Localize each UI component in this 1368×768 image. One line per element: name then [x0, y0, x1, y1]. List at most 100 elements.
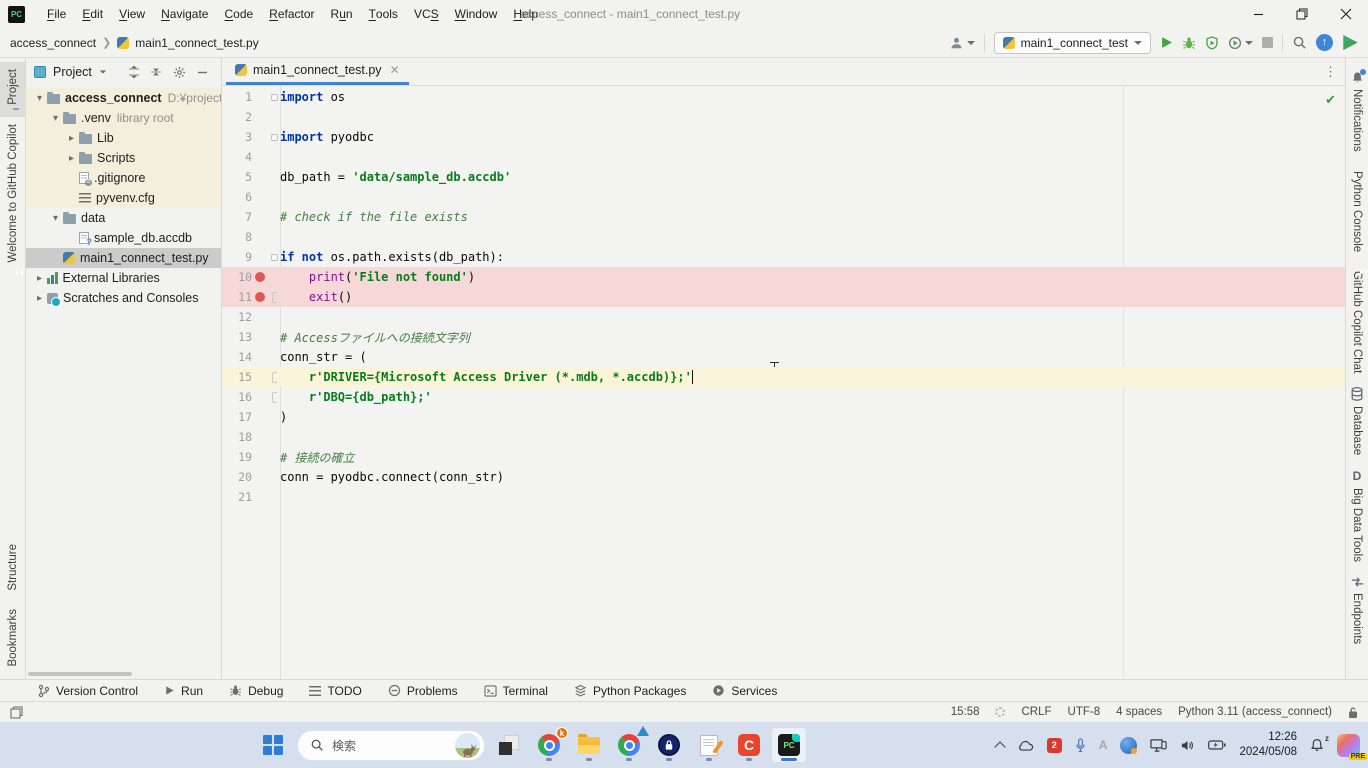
line-number[interactable]: 7: [222, 210, 252, 224]
tool-window-tab-bookmarks[interactable]: Bookmarks: [7, 602, 19, 679]
line-number[interactable]: 2: [222, 110, 252, 124]
fold-marker[interactable]: [268, 134, 280, 141]
onedrive-icon[interactable]: [1017, 740, 1034, 751]
toolwindow-button-debug[interactable]: Debug: [229, 684, 283, 698]
menu-file[interactable]: File: [39, 0, 74, 28]
breakpoint-icon[interactable]: [255, 272, 265, 282]
taskbar-app-explorer[interactable]: [572, 728, 606, 762]
line-number[interactable]: 3: [222, 130, 252, 144]
line-separator[interactable]: CRLF: [1021, 706, 1051, 718]
tree-item--venv[interactable]: ▾.venvlibrary root: [26, 108, 221, 128]
menu-code[interactable]: Code: [216, 0, 261, 28]
toolwindow-button-todo[interactable]: TODO: [309, 684, 361, 698]
tree-item-scratches-and-consoles[interactable]: ▸Scratches and Consoles: [26, 288, 221, 308]
fold-marker[interactable]: [268, 392, 280, 403]
tool-window-tab-github-copilot-chat[interactable]: GitHub Copilot Chat: [1351, 259, 1363, 380]
hide-panel-button[interactable]: [192, 67, 213, 78]
minimize-button[interactable]: [1236, 0, 1280, 28]
run-with-coverage-button[interactable]: [1205, 36, 1219, 50]
tool-window-tab-endpoints[interactable]: Endpoints: [1351, 569, 1364, 651]
expand-all-button[interactable]: [123, 66, 145, 78]
accessibility-tray-icon[interactable]: A: [1099, 738, 1108, 752]
tree-chevron-icon[interactable]: ▸: [64, 133, 79, 144]
line-number[interactable]: 11: [222, 290, 252, 304]
copilot-taskbar-icon[interactable]: PRE: [1337, 734, 1360, 757]
tab-close-icon[interactable]: ✕: [390, 63, 400, 77]
file-encoding[interactable]: UTF-8: [1068, 706, 1101, 718]
menu-navigate[interactable]: Navigate: [153, 0, 216, 28]
python-interpreter[interactable]: Python 3.11 (access_connect): [1178, 706, 1332, 718]
tree-item-external-libraries[interactable]: ▸External Libraries: [26, 268, 221, 288]
toolwindow-button-problems[interactable]: Problems: [388, 684, 458, 698]
line-number[interactable]: 21: [222, 490, 252, 504]
tab-options-icon[interactable]: ⋮: [1324, 64, 1337, 80]
code-line-13[interactable]: 13# Accessファイルへの接続文字列: [222, 327, 1345, 347]
tree-item-sample-db-accdb[interactable]: ?sample_db.accdb: [26, 228, 221, 248]
tray-app-badge-icon[interactable]: 2: [1047, 738, 1062, 753]
taskbar-app-camtasia[interactable]: C: [732, 728, 766, 762]
menu-view[interactable]: View: [111, 0, 153, 28]
taskbar-clock[interactable]: 12:26 2024/05/08: [1239, 730, 1297, 760]
tool-window-tab-notifications[interactable]: Notifications: [1351, 64, 1364, 159]
start-button[interactable]: [256, 728, 290, 762]
battery-icon[interactable]: [1208, 740, 1226, 750]
readonly-lock-icon[interactable]: [1348, 706, 1358, 719]
close-button[interactable]: [1324, 0, 1368, 28]
breakpoint-icon[interactable]: [255, 292, 265, 302]
search-highlight-image[interactable]: [455, 733, 480, 758]
line-number[interactable]: 16: [222, 390, 252, 404]
code-line-8[interactable]: 8: [222, 227, 1345, 247]
tree-chevron-icon[interactable]: ▾: [32, 93, 47, 104]
tree-chevron-icon[interactable]: ▸: [32, 293, 47, 304]
editor-tab[interactable]: main1_connect_test.py ✕: [226, 58, 409, 85]
taskbar-app-snip[interactable]: [492, 728, 526, 762]
volume-icon[interactable]: [1180, 739, 1195, 752]
collapse-all-button[interactable]: [145, 66, 167, 78]
line-number[interactable]: 17: [222, 410, 252, 424]
debug-button[interactable]: [1182, 36, 1196, 50]
notification-bell-icon[interactable]: z: [1310, 738, 1324, 752]
display-cast-icon[interactable]: [1150, 738, 1167, 753]
tray-chevron-up-icon[interactable]: [996, 740, 1004, 751]
restore-button[interactable]: [1280, 0, 1324, 28]
line-number[interactable]: 19: [222, 450, 252, 464]
breadcrumb-project[interactable]: access_connect: [10, 36, 96, 50]
code-line-1[interactable]: 1import os: [222, 87, 1345, 107]
code-line-14[interactable]: 14conn_str = (: [222, 347, 1345, 367]
line-number[interactable]: 20: [222, 470, 252, 484]
tree-item-data[interactable]: ▾data: [26, 208, 221, 228]
line-number[interactable]: 9: [222, 250, 252, 264]
code-line-2[interactable]: 2: [222, 107, 1345, 127]
code-line-18[interactable]: 18: [222, 427, 1345, 447]
code-line-21[interactable]: 21: [222, 487, 1345, 507]
code-line-19[interactable]: 19# 接続の確立: [222, 447, 1345, 467]
code-line-5[interactable]: 5db_path = 'data/sample_db.accdb': [222, 167, 1345, 187]
fold-marker[interactable]: [268, 372, 280, 383]
code-line-4[interactable]: 4: [222, 147, 1345, 167]
chevron-down-icon[interactable]: [100, 70, 106, 73]
layout-settings-icon[interactable]: [10, 706, 23, 719]
code-line-9[interactable]: 9if not os.path.exists(db_path):: [222, 247, 1345, 267]
line-number[interactable]: 4: [222, 150, 252, 164]
breadcrumb-file[interactable]: main1_connect_test.py: [135, 36, 258, 50]
fold-marker[interactable]: [268, 94, 280, 101]
line-number[interactable]: 13: [222, 330, 252, 344]
code-line-15[interactable]: 15 r'DRIVER={Microsoft Access Driver (*.…: [222, 367, 1345, 387]
tree-item-main1-connect-test-py[interactable]: main1_connect_test.py: [26, 248, 221, 268]
line-number[interactable]: 1: [222, 90, 252, 104]
tree-chevron-icon[interactable]: ▾: [48, 113, 63, 124]
tree-item-access-connect[interactable]: ▾access_connectD:¥projects¥e: [26, 88, 221, 108]
breakpoint-gutter[interactable]: [252, 292, 268, 302]
project-panel-title[interactable]: Project: [53, 65, 92, 79]
menu-run[interactable]: Run: [323, 0, 361, 28]
taskbar-app-pycharm[interactable]: PC: [772, 728, 806, 762]
tool-window-tab-database[interactable]: Database: [1351, 380, 1363, 462]
profiler-button[interactable]: [1228, 36, 1253, 50]
line-number[interactable]: 12: [222, 310, 252, 324]
menu-refactor[interactable]: Refactor: [261, 0, 322, 28]
search-everywhere-button[interactable]: [1292, 35, 1307, 50]
tree-chevron-icon[interactable]: ▸: [64, 153, 79, 164]
toolwindow-button-terminal[interactable]: Terminal: [484, 684, 548, 698]
settings-gear-icon[interactable]: [167, 66, 192, 79]
line-number[interactable]: 14: [222, 350, 252, 364]
